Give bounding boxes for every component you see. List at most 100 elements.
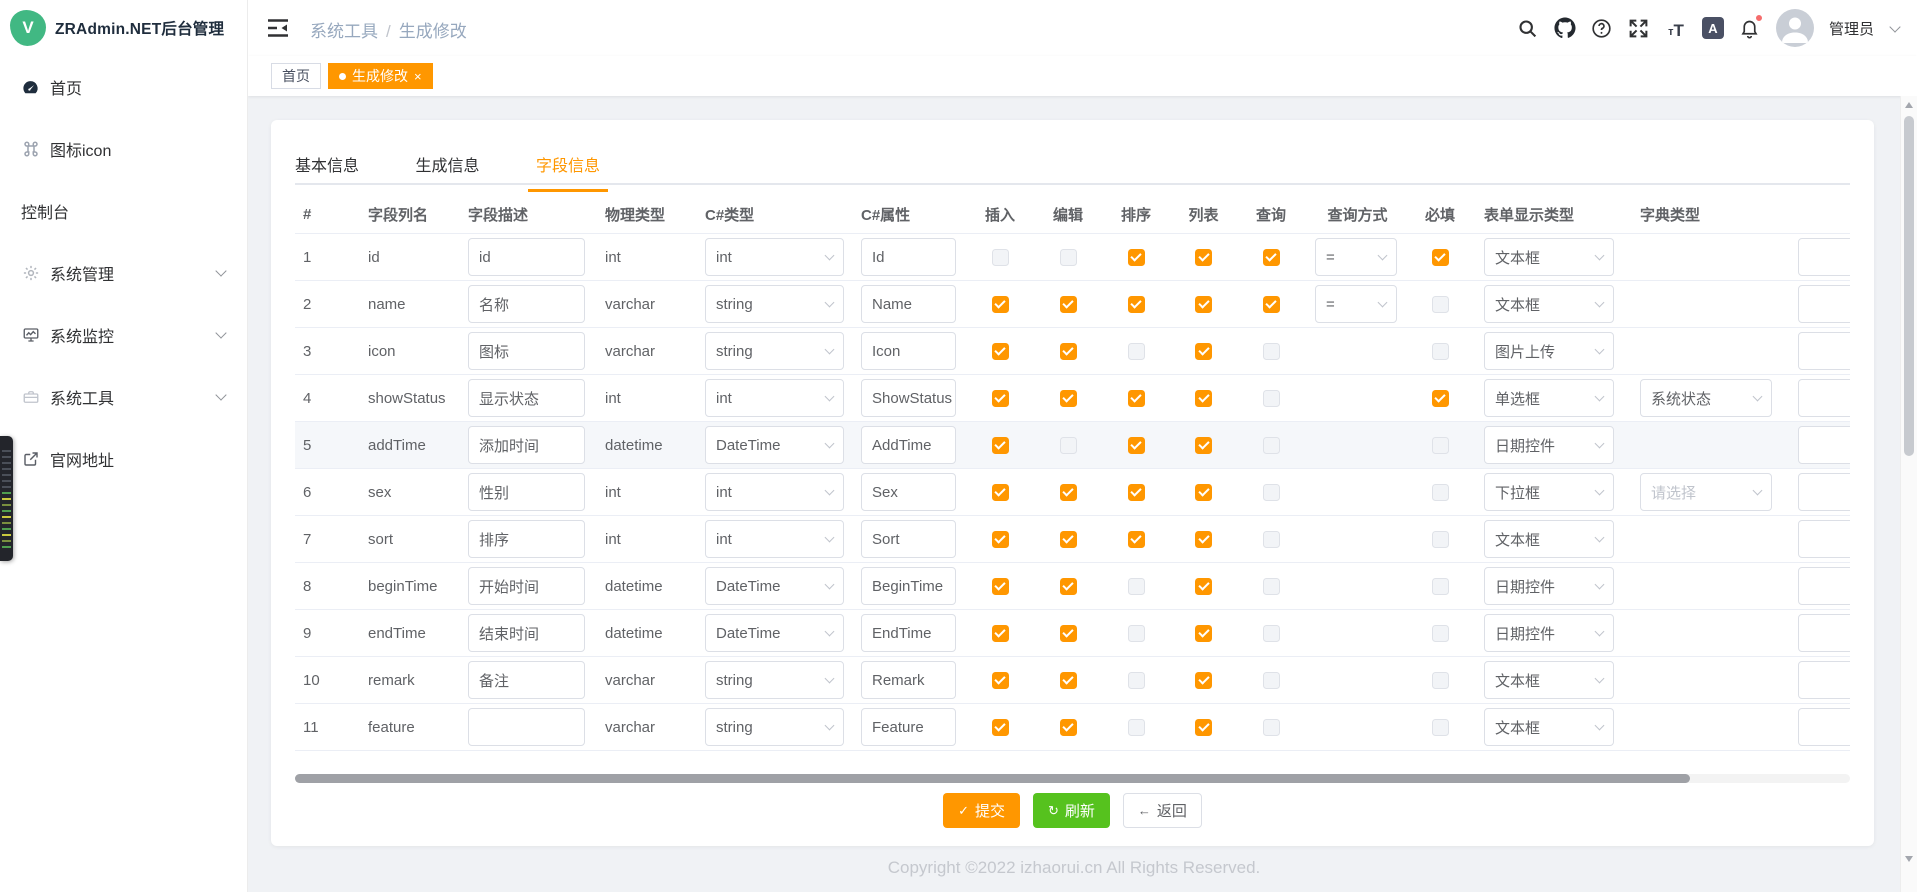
chevron-down-icon[interactable] bbox=[1889, 21, 1900, 32]
query-checkbox[interactable] bbox=[1263, 343, 1280, 360]
list-checkbox[interactable] bbox=[1195, 249, 1212, 266]
column-description-input[interactable]: 排序 bbox=[468, 520, 585, 558]
sort-checkbox[interactable] bbox=[1128, 390, 1145, 407]
search-icon[interactable] bbox=[1517, 17, 1539, 39]
csharp-property-input[interactable]: ShowStatus bbox=[861, 379, 956, 417]
vertical-scrollbar-thumb[interactable] bbox=[1904, 116, 1914, 456]
csharp-property-input[interactable]: Sex bbox=[861, 473, 956, 511]
notification-bell-icon[interactable] bbox=[1739, 17, 1761, 39]
csharp-property-input[interactable]: Name bbox=[861, 285, 956, 323]
scrollbar-up-arrow[interactable] bbox=[1905, 102, 1913, 108]
csharp-type-select[interactable]: string bbox=[705, 661, 844, 699]
back-button[interactable]: ←返回 bbox=[1123, 793, 1202, 828]
display-type-select[interactable]: 日期控件 bbox=[1484, 567, 1614, 605]
tag-home[interactable]: 首页 bbox=[271, 63, 321, 89]
sidebar-item-system-tools[interactable]: 系统工具 bbox=[0, 366, 247, 428]
csharp-type-select[interactable]: int bbox=[705, 520, 844, 558]
query-mode-select[interactable]: = bbox=[1315, 285, 1397, 323]
extra-input[interactable] bbox=[1798, 661, 1850, 699]
edit-checkbox[interactable] bbox=[1060, 437, 1077, 454]
sort-checkbox[interactable] bbox=[1128, 625, 1145, 642]
sort-checkbox[interactable] bbox=[1128, 719, 1145, 736]
insert-checkbox[interactable] bbox=[992, 343, 1009, 360]
insert-checkbox[interactable] bbox=[992, 578, 1009, 595]
sort-checkbox[interactable] bbox=[1128, 531, 1145, 548]
csharp-type-select[interactable]: DateTime bbox=[705, 426, 844, 464]
list-checkbox[interactable] bbox=[1195, 390, 1212, 407]
insert-checkbox[interactable] bbox=[992, 531, 1009, 548]
edit-checkbox[interactable] bbox=[1060, 343, 1077, 360]
font-size-icon[interactable]: тT bbox=[1665, 17, 1687, 39]
list-checkbox[interactable] bbox=[1195, 625, 1212, 642]
column-description-input[interactable]: 名称 bbox=[468, 285, 585, 323]
csharp-type-select[interactable]: string bbox=[705, 708, 844, 746]
column-description-input[interactable]: 开始时间 bbox=[468, 567, 585, 605]
sidebar-fold-icon[interactable] bbox=[266, 17, 290, 39]
csharp-property-input[interactable]: BeginTime bbox=[861, 567, 956, 605]
list-checkbox[interactable] bbox=[1195, 672, 1212, 689]
column-description-input[interactable]: 显示状态 bbox=[468, 379, 585, 417]
csharp-property-input[interactable]: AddTime bbox=[861, 426, 956, 464]
display-type-select[interactable]: 文本框 bbox=[1484, 520, 1614, 558]
insert-checkbox[interactable] bbox=[992, 437, 1009, 454]
edit-checkbox[interactable] bbox=[1060, 484, 1077, 501]
app-logo-row[interactable]: V ZRAdmin.NET后台管理 bbox=[0, 0, 247, 56]
sort-checkbox[interactable] bbox=[1128, 296, 1145, 313]
insert-checkbox[interactable] bbox=[992, 484, 1009, 501]
csharp-property-input[interactable]: Remark bbox=[861, 661, 956, 699]
edit-checkbox[interactable] bbox=[1060, 625, 1077, 642]
csharp-type-select[interactable]: string bbox=[705, 332, 844, 370]
sidebar-item-icons[interactable]: 图标icon bbox=[0, 118, 247, 180]
required-checkbox[interactable] bbox=[1432, 578, 1449, 595]
csharp-property-input[interactable]: Sort bbox=[861, 520, 956, 558]
extra-input[interactable] bbox=[1798, 285, 1850, 323]
list-checkbox[interactable] bbox=[1195, 343, 1212, 360]
sort-checkbox[interactable] bbox=[1128, 578, 1145, 595]
query-checkbox[interactable] bbox=[1263, 719, 1280, 736]
sidebar-item-console[interactable]: 控制台 bbox=[0, 180, 247, 242]
required-checkbox[interactable] bbox=[1432, 296, 1449, 313]
column-description-input[interactable]: 图标 bbox=[468, 332, 585, 370]
display-type-select[interactable]: 文本框 bbox=[1484, 661, 1614, 699]
extra-input[interactable] bbox=[1798, 708, 1850, 746]
sidebar-item-system-monitor[interactable]: 系统监控 bbox=[0, 304, 247, 366]
dev-widget-handle[interactable] bbox=[0, 436, 13, 561]
extra-input[interactable] bbox=[1798, 520, 1850, 558]
translate-icon[interactable]: A bbox=[1702, 17, 1724, 39]
extra-input[interactable] bbox=[1798, 238, 1850, 276]
submit-button[interactable]: ✓提交 bbox=[943, 793, 1020, 828]
query-checkbox[interactable] bbox=[1263, 672, 1280, 689]
dict-type-select[interactable]: 请选择 bbox=[1640, 473, 1772, 511]
display-type-select[interactable]: 下拉框 bbox=[1484, 473, 1614, 511]
extra-input[interactable] bbox=[1798, 332, 1850, 370]
column-description-input[interactable]: 备注 bbox=[468, 661, 585, 699]
help-icon[interactable] bbox=[1591, 17, 1613, 39]
edit-checkbox[interactable] bbox=[1060, 531, 1077, 548]
display-type-select[interactable]: 文本框 bbox=[1484, 708, 1614, 746]
csharp-type-select[interactable]: int bbox=[705, 473, 844, 511]
breadcrumb-parent[interactable]: 系统工具 bbox=[310, 22, 378, 41]
extra-input[interactable] bbox=[1798, 567, 1850, 605]
required-checkbox[interactable] bbox=[1432, 343, 1449, 360]
query-checkbox[interactable] bbox=[1263, 390, 1280, 407]
extra-input[interactable] bbox=[1798, 614, 1850, 652]
query-checkbox[interactable] bbox=[1263, 437, 1280, 454]
required-checkbox[interactable] bbox=[1432, 672, 1449, 689]
column-description-input[interactable] bbox=[468, 708, 585, 746]
query-checkbox[interactable] bbox=[1263, 578, 1280, 595]
required-checkbox[interactable] bbox=[1432, 719, 1449, 736]
csharp-type-select[interactable]: int bbox=[705, 379, 844, 417]
edit-checkbox[interactable] bbox=[1060, 296, 1077, 313]
sort-checkbox[interactable] bbox=[1128, 249, 1145, 266]
insert-checkbox[interactable] bbox=[992, 719, 1009, 736]
query-checkbox[interactable] bbox=[1263, 625, 1280, 642]
required-checkbox[interactable] bbox=[1432, 531, 1449, 548]
sidebar-item-home[interactable]: 首页 bbox=[0, 56, 247, 118]
csharp-property-input[interactable]: Icon bbox=[861, 332, 956, 370]
display-type-select[interactable]: 日期控件 bbox=[1484, 426, 1614, 464]
display-type-select[interactable]: 单选框 bbox=[1484, 379, 1614, 417]
insert-checkbox[interactable] bbox=[992, 672, 1009, 689]
edit-checkbox[interactable] bbox=[1060, 719, 1077, 736]
scrollbar-down-arrow[interactable] bbox=[1905, 856, 1913, 862]
horizontal-scrollbar-thumb[interactable] bbox=[295, 774, 1690, 783]
